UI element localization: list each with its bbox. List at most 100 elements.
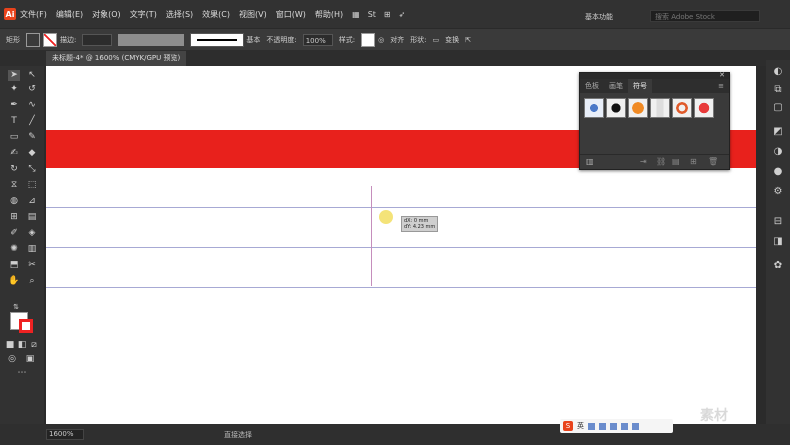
send-icon[interactable]: ➶	[399, 10, 406, 19]
opacity-input[interactable]: 100%	[302, 33, 333, 46]
align-panel-icon[interactable]: ⊟	[772, 216, 784, 228]
lasso-tool-icon[interactable]: ↺	[26, 84, 38, 95]
gradient-mode-icon[interactable]: ◧	[16, 340, 28, 351]
column-graph-tool-icon[interactable]: ▥	[26, 244, 38, 255]
shape-builder-tool-icon[interactable]: ◍	[8, 196, 20, 207]
pen-tool-icon[interactable]: ✒	[8, 100, 20, 111]
zoom-level-input[interactable]: 1600%	[46, 429, 84, 440]
blend-tool-icon[interactable]: ◈	[26, 228, 38, 239]
new-symbol-icon[interactable]: ⊞	[690, 157, 697, 166]
rectangle-tool-icon[interactable]: ▭	[8, 132, 20, 143]
none-mode-icon[interactable]: ⧄	[28, 340, 40, 351]
ime-language-label[interactable]: 英	[577, 421, 584, 431]
arrange-icon[interactable]: ⊞	[384, 10, 391, 19]
tab-brushes[interactable]: 画笔	[604, 79, 628, 93]
document-tab[interactable]: 未标题-4* @ 1600% (CMYK/GPU 预览)	[46, 51, 187, 66]
menu-window[interactable]: 窗口(W)	[276, 9, 306, 20]
layers-panel-icon[interactable]: ⧉	[772, 84, 784, 96]
scale-tool-icon[interactable]: ⤡	[26, 164, 38, 175]
screen-mode-icon[interactable]: ▣	[24, 354, 36, 365]
menu-help[interactable]: 帮助(H)	[315, 9, 343, 20]
stock-button[interactable]: St	[368, 10, 376, 19]
eyedropper-tool-icon[interactable]: ✐	[8, 228, 20, 239]
workspace-switcher[interactable]: 基本功能	[585, 12, 613, 22]
tab-swatches[interactable]: 色板	[580, 79, 604, 93]
menu-view[interactable]: 视图(V)	[239, 9, 267, 20]
menu-file[interactable]: 文件(F)	[20, 9, 47, 20]
free-transform-tool-icon[interactable]: ⬚	[26, 180, 38, 191]
symbol-options-icon[interactable]: ▤	[672, 157, 680, 166]
ime-keyboard-icon[interactable]	[610, 422, 617, 430]
menu-object[interactable]: 对象(O)	[92, 9, 121, 20]
type-tool-icon[interactable]: T	[8, 116, 20, 127]
pathfinder-panel-icon[interactable]: ◨	[772, 236, 784, 248]
edit-toolbar-icon[interactable]: ⋯	[16, 368, 28, 379]
stroke-swatch[interactable]	[43, 32, 57, 47]
width-tool-icon[interactable]: ⧖	[8, 180, 20, 191]
magic-wand-tool-icon[interactable]: ✦	[8, 84, 20, 95]
draw-mode-icon[interactable]: ◎	[6, 354, 18, 365]
gear-symbol[interactable]	[672, 98, 692, 118]
grid-layout-icon[interactable]: ▦	[352, 10, 360, 19]
ime-voice-icon[interactable]	[599, 422, 606, 430]
symbol-library-menu-icon[interactable]: ▥	[586, 157, 594, 166]
black-splat-symbol[interactable]	[606, 98, 626, 118]
stroke-panel-icon[interactable]: ●	[772, 166, 784, 178]
graphic-style-select[interactable]	[361, 32, 376, 47]
mesh-tool-icon[interactable]: ⊞	[8, 212, 20, 223]
eraser-tool-icon[interactable]: ◆	[26, 148, 38, 159]
ime-punctuation-icon[interactable]	[588, 422, 595, 430]
paper-symbol[interactable]	[650, 98, 670, 118]
align-button[interactable]: 对齐	[390, 35, 404, 45]
stroke-box[interactable]	[19, 319, 33, 333]
fill-stroke-indicator[interactable]	[10, 312, 36, 336]
orange-button-symbol[interactable]	[628, 98, 648, 118]
close-icon[interactable]: ✕	[719, 71, 725, 79]
ime-tools-icon[interactable]	[632, 422, 639, 430]
menu-type[interactable]: 文字(T)	[130, 9, 157, 20]
stock-search-input[interactable]: 搜索 Adobe Stock	[650, 10, 760, 22]
menu-edit[interactable]: 编辑(E)	[56, 9, 83, 20]
transform-options-icon[interactable]: ⇱	[465, 36, 471, 44]
curvature-tool-icon[interactable]: ∿	[26, 100, 38, 111]
hand-tool-icon[interactable]: ✋	[8, 276, 20, 287]
variable-width-select[interactable]	[118, 33, 185, 46]
direct-selection-tool-icon[interactable]: ↖	[26, 70, 38, 81]
pencil-tool-icon[interactable]: ✎	[26, 132, 38, 143]
ime-toolbar[interactable]: S 英	[560, 419, 673, 433]
menu-select[interactable]: 选择(S)	[166, 9, 193, 20]
shape-options-icon[interactable]: ▭	[433, 36, 440, 44]
blue-flower-symbol[interactable]	[584, 98, 604, 118]
gradient-tool-icon[interactable]: ▤	[26, 212, 38, 223]
fill-swatch[interactable]	[26, 32, 40, 47]
symbol-sprayer-tool-icon[interactable]: ✺	[8, 244, 20, 255]
gradient-panel-icon[interactable]: ⚙	[772, 186, 784, 198]
libraries-panel-icon[interactable]: ▢	[772, 102, 784, 114]
recolor-icon[interactable]: ◎	[378, 36, 384, 44]
shaper-tool-icon[interactable]: ✍	[8, 148, 20, 159]
rotate-tool-icon[interactable]: ↻	[8, 164, 20, 175]
break-link-icon[interactable]: ⛓	[656, 157, 666, 166]
color-panel-icon[interactable]: ◐	[772, 66, 784, 78]
tab-symbols[interactable]: 符号	[628, 79, 652, 93]
menu-effect[interactable]: 效果(C)	[202, 9, 230, 20]
perspective-grid-tool-icon[interactable]: ⊿	[26, 196, 38, 207]
symbols-panel-icon[interactable]: ✿	[772, 260, 784, 272]
red-flower-symbol[interactable]	[694, 98, 714, 118]
selection-tool-icon[interactable]: ➤	[8, 70, 20, 81]
zoom-tool-icon[interactable]: ⌕	[26, 276, 38, 287]
transform-button[interactable]: 变换	[445, 35, 459, 45]
panel-menu-icon[interactable]: ≡	[713, 79, 729, 93]
stroke-weight-select[interactable]	[82, 33, 113, 46]
slice-tool-icon[interactable]: ✂	[26, 260, 38, 271]
ime-skin-icon[interactable]	[621, 422, 628, 430]
transparency-panel-icon[interactable]: ◑	[772, 146, 784, 158]
line-tool-icon[interactable]: ╱	[26, 116, 38, 127]
place-symbol-icon[interactable]: ⇥	[640, 157, 647, 166]
brush-definition-select[interactable]	[190, 32, 245, 47]
color-mode-icon[interactable]: ■	[4, 340, 16, 351]
artboard-tool-icon[interactable]: ⬒	[8, 260, 20, 271]
shape-label[interactable]: 形状:	[410, 35, 426, 45]
delete-symbol-icon[interactable]: 🗑	[708, 157, 718, 166]
appearance-panel-icon[interactable]: ◩	[772, 126, 784, 138]
